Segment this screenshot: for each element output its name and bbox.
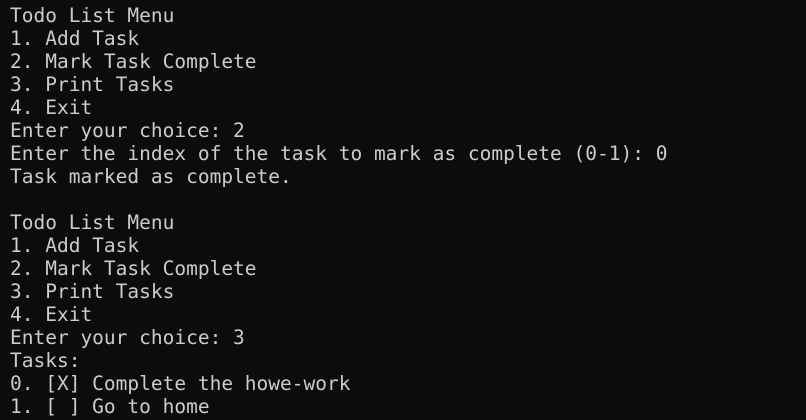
choice-prompt: Enter your choice: 2: [10, 119, 245, 142]
menu-title: Todo List Menu: [10, 4, 175, 27]
menu-option-mark-complete: 2. Mark Task Complete: [10, 257, 257, 280]
menu-option-mark-complete: 2. Mark Task Complete: [10, 50, 257, 73]
menu-option-add-task: 1. Add Task: [10, 27, 140, 50]
menu-option-exit: 4. Exit: [10, 303, 93, 326]
task-item-completed: 0. [X] Complete the howe-work: [10, 372, 351, 395]
status-message: Task marked as complete.: [10, 165, 292, 188]
terminal-window[interactable]: Todo List Menu 1. Add Task 2. Mark Task …: [0, 0, 806, 420]
choice-prompt: Enter your choice: 3: [10, 326, 245, 349]
menu-title: Todo List Menu: [10, 211, 175, 234]
menu-option-print-tasks: 3. Print Tasks: [10, 280, 175, 303]
task-item-pending: 1. [ ] Go to home: [10, 395, 210, 418]
menu-option-print-tasks: 3. Print Tasks: [10, 73, 175, 96]
index-prompt: Enter the index of the task to mark as c…: [10, 142, 668, 165]
menu-option-add-task: 1. Add Task: [10, 234, 140, 257]
tasks-header: Tasks:: [10, 349, 81, 372]
menu-option-exit: 4. Exit: [10, 96, 93, 119]
